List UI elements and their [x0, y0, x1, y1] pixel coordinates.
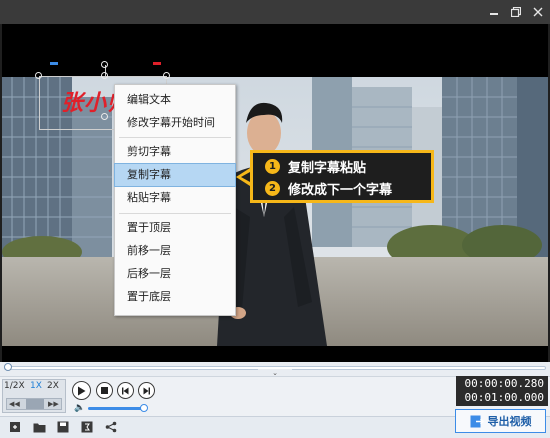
- save-button[interactable]: [56, 420, 70, 434]
- step-text: 复制字幕粘贴: [288, 160, 367, 176]
- resize-handle-top-right[interactable]: [163, 72, 170, 79]
- step-number-badge: 1: [265, 158, 280, 174]
- speed-1x-button[interactable]: 1X: [30, 381, 42, 391]
- menu-item-bring-forward[interactable]: 前移一层: [115, 240, 235, 262]
- close-icon: [533, 7, 543, 17]
- menu-item-paste-subtitle[interactable]: 粘贴字幕: [115, 187, 235, 209]
- resize-handle-top[interactable]: [101, 72, 108, 79]
- play-button[interactable]: [72, 381, 91, 400]
- menu-item-send-to-back[interactable]: 置于底层: [115, 286, 235, 308]
- subtitle-left-marker: [50, 62, 58, 65]
- speed-2x-button[interactable]: 2X: [47, 381, 59, 391]
- resize-handle-top-left[interactable]: [35, 72, 42, 79]
- save-as-button[interactable]: [80, 420, 94, 434]
- rewind-small-icon: ◀◀: [9, 400, 20, 408]
- share-icon: [105, 421, 117, 433]
- export-icon: [470, 415, 484, 427]
- restore-icon: [510, 6, 522, 18]
- volume-knob[interactable]: [140, 404, 148, 412]
- current-time: 00:00:00.280: [464, 377, 544, 390]
- step-forward-icon: [143, 387, 150, 394]
- maximize-button[interactable]: [508, 4, 524, 20]
- callout-pointer-inner: [241, 172, 250, 182]
- timecode-display: 00:00:00.280 00:01:00.000: [456, 376, 548, 406]
- minimize-button[interactable]: [486, 4, 502, 20]
- subtitle-right-marker: [153, 62, 161, 65]
- menu-item-send-backward[interactable]: 后移一层: [115, 263, 235, 285]
- callout-step-2: 2 修改成下一个字幕: [265, 178, 392, 198]
- total-time: 00:01:00.000: [464, 391, 544, 404]
- menu-separator: [119, 137, 231, 138]
- callout-step-1: 1 复制字幕粘贴: [265, 156, 366, 176]
- stop-icon: [101, 387, 108, 394]
- export-video-button[interactable]: 导出视频: [455, 409, 546, 433]
- folder-icon: [33, 423, 45, 432]
- speed-half-button[interactable]: 1/2X: [4, 381, 25, 391]
- volume-slider[interactable]: [88, 407, 144, 410]
- close-button[interactable]: [530, 4, 546, 20]
- minimize-icon: [490, 13, 498, 15]
- progress-thumb[interactable]: [4, 363, 12, 371]
- new-project-icon: [10, 422, 20, 432]
- menu-item-copy-subtitle[interactable]: 复制字幕: [114, 163, 236, 187]
- menu-item-cut-subtitle[interactable]: 剪切字幕: [115, 141, 235, 163]
- open-button[interactable]: [32, 420, 46, 434]
- rotation-handle[interactable]: [101, 61, 108, 68]
- speed-control: 1/2X 1X 2X ◀◀ ▶▶: [2, 379, 66, 413]
- new-project-button[interactable]: [8, 420, 22, 434]
- save-icon: [57, 421, 69, 433]
- play-icon: [78, 386, 86, 395]
- step-text: 修改成下一个字幕: [288, 182, 393, 198]
- title-bar: [0, 0, 550, 24]
- speed-slider[interactable]: ◀◀ ▶▶: [6, 398, 62, 410]
- volume-icon[interactable]: 🔈: [74, 403, 85, 413]
- next-frame-button[interactable]: [138, 382, 155, 399]
- menu-item-edit-text[interactable]: 编辑文本: [115, 89, 235, 111]
- export-video-label: 导出视频: [487, 415, 532, 428]
- stop-button[interactable]: [96, 382, 113, 399]
- tutorial-callout: 1 复制字幕粘贴 2 修改成下一个字幕: [250, 150, 434, 203]
- forward-small-icon: ▶▶: [48, 400, 59, 408]
- menu-item-bring-to-front[interactable]: 置于顶层: [115, 217, 235, 239]
- save-as-icon: [81, 421, 93, 433]
- speed-slider-knob[interactable]: [26, 399, 44, 409]
- menu-item-change-start-time[interactable]: 修改字幕开始时间: [115, 112, 235, 134]
- menu-separator: [119, 213, 231, 214]
- context-menu: 编辑文本 修改字幕开始时间 剪切字幕 复制字幕 粘贴字幕 置于顶层 前移一层 后…: [114, 84, 236, 316]
- step-number-badge: 2: [265, 180, 280, 196]
- previous-frame-button[interactable]: [117, 382, 134, 399]
- share-button[interactable]: [104, 420, 118, 434]
- step-back-icon: [122, 387, 129, 394]
